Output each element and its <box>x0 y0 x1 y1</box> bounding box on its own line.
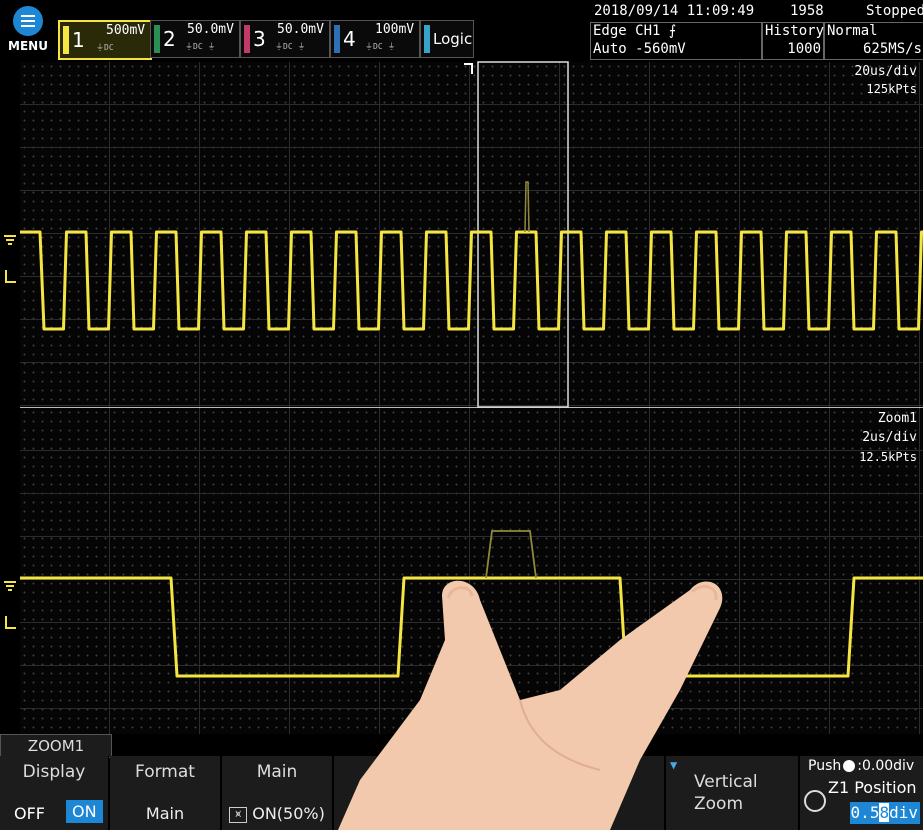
expand-arrow-icon: ▼ <box>670 758 678 772</box>
zoom-glitch-trace <box>485 530 537 579</box>
ground-marker-icon <box>4 235 16 591</box>
display-off: OFF <box>14 804 45 823</box>
z1-position-title: Z1 Position <box>828 778 917 797</box>
z1-position-value[interactable]: 0.58div <box>850 802 920 824</box>
format-value: Main <box>145 804 185 823</box>
glitch-trace <box>524 181 530 233</box>
zoom1-tab[interactable]: ZOOM1 <box>0 734 112 758</box>
display-softkey[interactable]: Display OFF ON <box>0 756 109 830</box>
main-window-icon: ⩙ <box>229 806 248 823</box>
vertical-zoom-softkey[interactable]: ▼ Vertical Zoom <box>666 756 799 830</box>
blank-softkey-5[interactable] <box>444 756 665 830</box>
waveform-overlay <box>4 61 923 678</box>
push-hint: Push:0.00div <box>808 758 915 774</box>
main-softkey[interactable]: Main ⩙ ON(50%) <box>222 756 333 830</box>
push-knob-icon <box>843 760 856 772</box>
vertical-zoom-line1: Vertical <box>694 772 758 792</box>
format-softkey[interactable]: Format Main <box>110 756 221 830</box>
channel-1-trace <box>20 230 923 331</box>
z1-position-softkey[interactable]: Push:0.00div Z1 Position 0.58div <box>800 756 923 830</box>
vertical-zoom-line2: Zoom <box>694 794 744 814</box>
zoom-channel-1-trace <box>20 576 923 678</box>
trigger-position-marker-icon <box>464 63 473 74</box>
trigger-level-marker-icon <box>5 270 16 629</box>
blank-softkey-4[interactable] <box>334 756 443 830</box>
main-title: Main <box>256 762 298 782</box>
cursor-digit: 8 <box>879 803 890 822</box>
display-title: Display <box>22 762 86 782</box>
main-value: ⩙ ON(50%) <box>222 804 332 823</box>
rotary-knob-icon <box>804 790 826 812</box>
format-title: Format <box>135 762 195 782</box>
display-on: ON <box>66 800 103 823</box>
